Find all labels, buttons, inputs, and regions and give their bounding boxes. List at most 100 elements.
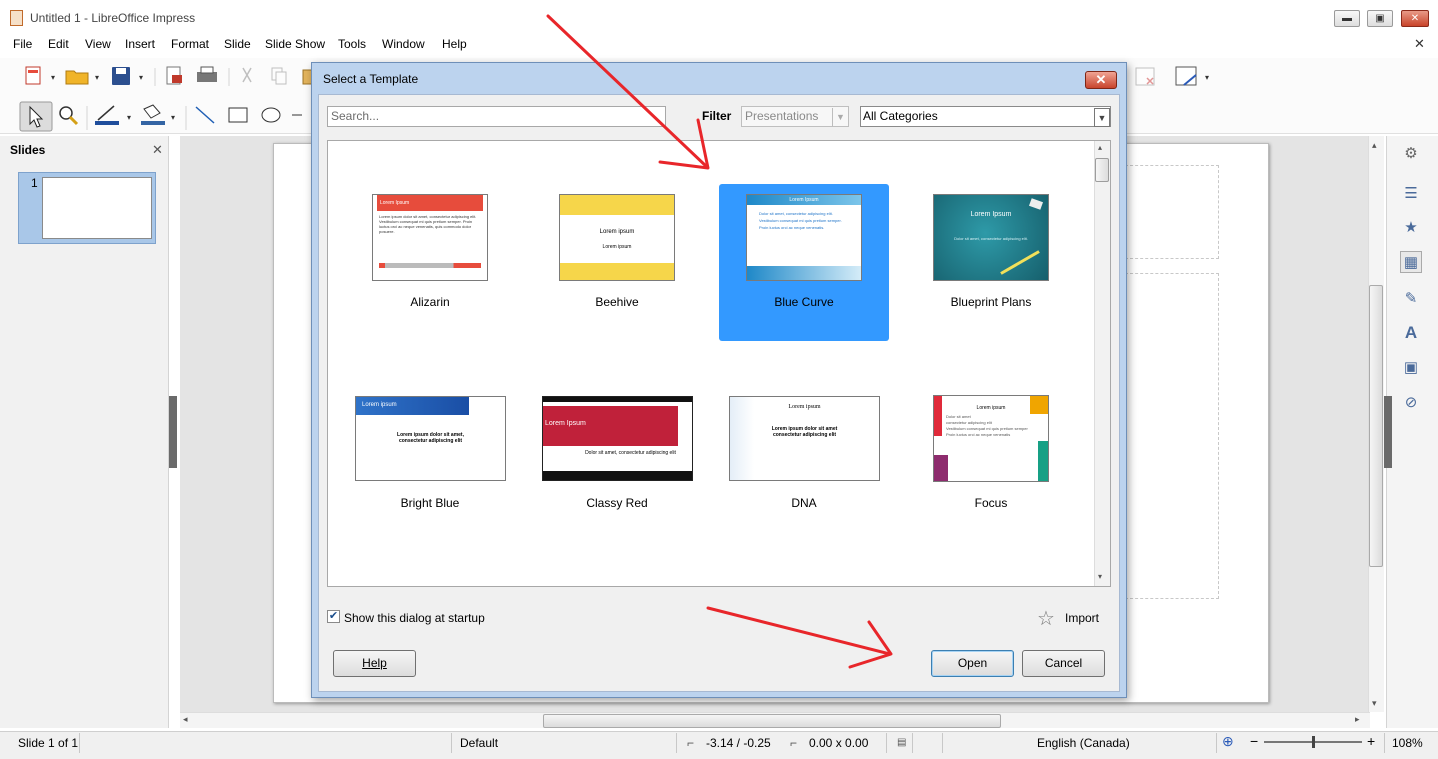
close-document-icon[interactable]: ✕: [1414, 36, 1425, 52]
classy-red-heading: Lorem Ipsum: [543, 406, 678, 446]
status-language[interactable]: English (Canada): [1037, 736, 1130, 750]
chevron-down-icon[interactable]: ▼: [832, 108, 848, 127]
show-at-startup-checkbox[interactable]: ✔: [327, 610, 340, 623]
shape-outline-icon[interactable]: ▾: [1175, 66, 1209, 86]
menu-slide-show[interactable]: Slide Show: [265, 37, 325, 51]
template-thumbnail-alizarin[interactable]: Lorem Ipsum Lorem ipsum dolor sit amet, …: [372, 194, 488, 281]
template-search-input[interactable]: Search...: [327, 106, 666, 127]
template-thumbnail-blue-curve[interactable]: Lorem Ipsum Dolor sit amet, consectetur …: [746, 194, 862, 281]
help-button[interactable]: Help: [333, 650, 416, 677]
scroll-up-arrow-icon[interactable]: ▴: [1372, 140, 1377, 151]
sidebar-settings-icon[interactable]: ⚙: [1400, 143, 1422, 165]
star-icon[interactable]: ☆: [1037, 606, 1055, 631]
status-slide-count: Slide 1 of 1: [18, 736, 79, 750]
menu-tools[interactable]: Tools: [338, 37, 366, 51]
open-button[interactable]: Open: [931, 650, 1014, 677]
menu-edit[interactable]: Edit: [48, 37, 69, 51]
template-grid-scroll-thumb[interactable]: [1095, 158, 1109, 182]
cancel-button[interactable]: Cancel: [1022, 650, 1105, 677]
sidebar-master-slides-icon[interactable]: ★: [1400, 217, 1422, 239]
close-window-button[interactable]: ✕: [1401, 10, 1429, 27]
status-master-layout[interactable]: Default: [460, 736, 498, 750]
scroll-down-arrow-icon[interactable]: ▾: [1372, 698, 1377, 709]
bright-blue-heading: Lorem ipsum: [356, 397, 469, 415]
export-pdf-icon[interactable]: [166, 66, 182, 85]
alizarin-body: Lorem ipsum dolor sit amet, consectetur …: [379, 214, 477, 234]
line-color-icon[interactable]: ▾: [95, 105, 131, 125]
status-separator: [676, 733, 677, 753]
svg-text:▾: ▾: [95, 73, 99, 82]
close-pane-icon[interactable]: ✕: [152, 142, 163, 158]
open-icon[interactable]: ▾: [65, 70, 99, 85]
slide-thumbnail-preview[interactable]: [42, 177, 152, 239]
zoom-tool-icon[interactable]: [59, 106, 79, 126]
status-position: -3.14 / -0.25: [706, 736, 771, 750]
document-modified-icon[interactable]: ▤: [897, 737, 906, 748]
menu-help[interactable]: Help: [442, 37, 467, 51]
template-name-classy-red: Classy Red: [586, 496, 648, 510]
scroll-left-arrow-icon[interactable]: ◂: [183, 714, 188, 725]
sidebar-properties-icon[interactable]: ☰: [1400, 183, 1422, 205]
sidebar-animation-icon[interactable]: ▦: [1400, 251, 1422, 273]
fill-color-icon[interactable]: ▾: [141, 104, 175, 125]
status-zoom-level[interactable]: 108%: [1392, 736, 1423, 750]
title-placeholder[interactable]: [1125, 165, 1219, 259]
line-tool-icon[interactable]: [195, 106, 215, 124]
filter-type-select[interactable]: Presentations ▼: [741, 106, 849, 127]
template-thumbnail-focus[interactable]: Lorem ipsum Dolor sit amet consectetur a…: [933, 395, 1049, 482]
scroll-up-arrow-icon[interactable]: ▴: [1098, 143, 1102, 152]
template-thumbnail-dna[interactable]: Lorem ipsum Lorem ipsum dolor sit amet c…: [729, 396, 880, 481]
template-grid-scrollbar[interactable]: [1094, 141, 1110, 586]
rectangle-tool-icon[interactable]: [228, 107, 248, 123]
collapse-left-pane-handle[interactable]: [169, 396, 177, 468]
menu-file[interactable]: File: [13, 37, 32, 51]
chevron-down-icon[interactable]: ▼: [1094, 108, 1110, 127]
status-separator: [886, 733, 887, 753]
cut-icon[interactable]: [242, 67, 252, 83]
scroll-down-arrow-icon[interactable]: ▾: [1098, 572, 1102, 581]
restore-button[interactable]: ▣: [1367, 10, 1393, 27]
vertical-scroll-thumb[interactable]: [1369, 285, 1383, 567]
menu-slide[interactable]: Slide: [224, 37, 251, 51]
select-tool-icon[interactable]: [19, 101, 53, 132]
crop-icon[interactable]: [1135, 67, 1155, 86]
alizarin-heading: Lorem Ipsum: [377, 195, 483, 211]
status-separator: [451, 733, 452, 753]
menu-window[interactable]: Window: [382, 37, 425, 51]
beehive-heading: Lorem ipsum: [599, 229, 635, 235]
sidebar-slide-transition-icon[interactable]: ✎: [1400, 288, 1422, 310]
sidebar-gallery-icon[interactable]: ▣: [1400, 357, 1422, 379]
zoom-out-button[interactable]: −: [1250, 733, 1258, 749]
content-placeholder[interactable]: [1125, 273, 1219, 599]
category-select[interactable]: All Categories ▼: [860, 106, 1111, 127]
ellipse-tool-icon[interactable]: [261, 107, 281, 123]
zoom-slider-handle[interactable]: [1312, 736, 1315, 748]
horizontal-scroll-thumb[interactable]: [543, 714, 1001, 728]
template-thumbnail-bright-blue[interactable]: Lorem ipsum Lorem ipsum dolor sit amet, …: [355, 396, 506, 481]
bright-blue-body: Lorem ipsum dolor sit amet, consectetur …: [397, 432, 464, 444]
menu-insert[interactable]: Insert: [125, 37, 155, 51]
template-thumbnail-blueprint-plans[interactable]: Lorem Ipsum Dolor sit amet, consectetur …: [933, 194, 1049, 281]
svg-text:▾: ▾: [1205, 73, 1209, 82]
save-icon[interactable]: ▾: [112, 67, 143, 85]
sidebar-styles-icon[interactable]: A: [1400, 322, 1422, 344]
zoom-in-button[interactable]: +: [1367, 733, 1375, 749]
scroll-right-arrow-icon[interactable]: ▸: [1355, 714, 1360, 725]
template-thumbnail-classy-red[interactable]: Lorem Ipsum Dolor sit amet, consectetur …: [542, 396, 693, 481]
import-button[interactable]: Import: [1065, 611, 1099, 625]
fit-slide-icon[interactable]: ⊕: [1222, 733, 1234, 750]
focus-corner-orange: [1030, 396, 1048, 414]
collapse-sidebar-handle[interactable]: [1384, 396, 1392, 468]
sidebar-navigator-icon[interactable]: ⊘: [1400, 392, 1422, 414]
print-icon[interactable]: [197, 66, 217, 82]
menu-format[interactable]: Format: [171, 37, 209, 51]
show-at-startup-label[interactable]: Show this dialog at startup: [344, 611, 485, 625]
new-icon[interactable]: ▾: [25, 66, 55, 85]
template-thumbnail-beehive[interactable]: Lorem ipsum Lorem ipsum: [559, 194, 675, 281]
dialog-close-button[interactable]: ✕: [1085, 71, 1117, 89]
copy-icon[interactable]: [271, 67, 287, 85]
minimize-button[interactable]: ▬: [1334, 10, 1360, 27]
status-separator: [1384, 733, 1385, 753]
window-title: Untitled 1 - LibreOffice Impress: [30, 11, 196, 25]
menu-view[interactable]: View: [85, 37, 111, 51]
